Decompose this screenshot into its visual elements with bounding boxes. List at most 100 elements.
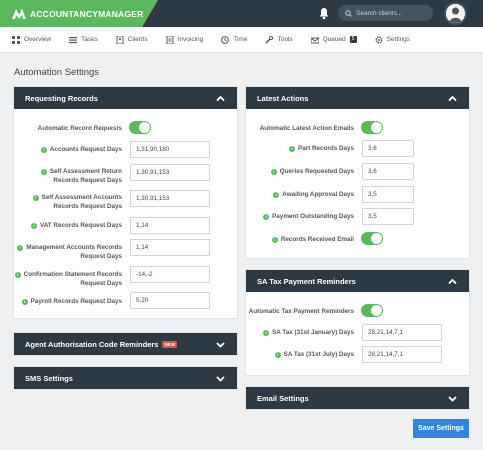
agent-auth-panel: Agent Authorisation Code Reminders NEW (14, 333, 237, 355)
info-icon: i (40, 147, 47, 153)
sa-field-label-1: i SA Tax (31st July) Days (246, 350, 354, 359)
latest-actions-title: Latest Actions (257, 93, 309, 103)
agent-auth-header[interactable]: Agent Authorisation Code Reminders NEW (14, 333, 237, 355)
la-field-label-2: i Awaiting Approval Days (246, 190, 354, 199)
invoicing-icon (166, 35, 174, 44)
top-bar: ACCOUNTANCYMANAGER Search clients... (0, 0, 483, 27)
nav-invoicing[interactable]: Invoicing (166, 35, 204, 44)
info-icon: i (274, 352, 281, 358)
queries-requested-days-input[interactable]: 3,6 (362, 163, 414, 180)
search-input[interactable]: Search clients... (338, 5, 433, 21)
nav-queued-label: Queued (322, 36, 346, 43)
email-settings-title: Email Settings (257, 393, 309, 403)
accounts-request-days-input[interactable]: 1,31,90,180 (130, 141, 210, 158)
part-records-days-input[interactable]: 3,6 (362, 140, 414, 157)
auto-tax-reminders-label: Automatic Tax Payment Reminders (248, 308, 354, 315)
sa-tax-header[interactable]: SA Tax Payment Reminders (246, 270, 469, 292)
confirmation-statement-request-days-input[interactable]: -14,-2 (130, 266, 210, 283)
nav-queued[interactable]: Queued 5 (310, 36, 357, 44)
rr-field-label-1: i Self Assessment Return Records Request … (14, 167, 122, 185)
auto-record-requests-label: Automatic Record Requests (37, 125, 122, 132)
chevron-down-icon[interactable] (448, 394, 457, 403)
brand-mark-icon (12, 8, 26, 19)
gear-icon (375, 35, 383, 44)
info-icon: i (263, 214, 270, 220)
email-settings-header[interactable]: Email Settings (246, 387, 469, 409)
info-icon: i (271, 237, 278, 243)
la-received-label: i Records Received Email (246, 235, 354, 244)
sa-tax-title: SA Tax Payment Reminders (257, 276, 356, 286)
wrench-icon (265, 35, 274, 44)
nav-time[interactable]: Time (221, 35, 248, 44)
auto-record-requests-toggle[interactable] (129, 121, 151, 134)
chevron-down-icon[interactable] (216, 340, 225, 349)
overview-icon (12, 35, 20, 44)
requesting-records-header[interactable]: Requesting Records (14, 87, 237, 109)
agent-auth-title: Agent Authorisation Code Reminders (25, 339, 159, 349)
search-icon (345, 9, 352, 17)
rr-field-label-6: i Payroll Records Request Days (14, 297, 122, 306)
requesting-records-title: Requesting Records (25, 93, 98, 103)
nav-clients[interactable]: Clients (116, 35, 148, 44)
chevron-down-icon[interactable] (216, 374, 225, 383)
chevron-up-icon[interactable] (448, 94, 457, 103)
info-icon: i (289, 146, 295, 152)
auto-latest-action-label: Automatic Latest Action Emails (259, 125, 354, 132)
rr-field-label-4: i Management Accounts Records Request Day… (14, 243, 122, 261)
page-title: Automation Settings (14, 67, 100, 78)
nav-settings[interactable]: Settings (375, 35, 411, 44)
nav-settings-label: Settings (386, 36, 411, 43)
nav-time-label: Time (233, 36, 248, 43)
save-settings-button[interactable]: Save Settings (413, 419, 469, 438)
vat-request-days-input[interactable]: 1,14 (130, 217, 210, 234)
tasks-icon (69, 36, 78, 44)
info-icon: i (17, 245, 24, 251)
nav-overview[interactable]: Overview (12, 35, 52, 44)
latest-actions-panel: Latest Actions Automatic Latest Action E… (246, 87, 469, 258)
chevron-up-icon[interactable] (216, 94, 225, 103)
clients-icon (116, 35, 124, 44)
payroll-request-days-input[interactable]: 5,20 (130, 292, 210, 309)
new-badge: NEW (162, 340, 177, 348)
nav-invoicing-label: Invoicing (177, 36, 204, 43)
auto-latest-action-toggle[interactable] (361, 121, 383, 134)
clock-icon (221, 35, 230, 44)
rr-field-label-5: i Confirmation Statement Records Request … (14, 270, 122, 288)
nav-tools[interactable]: Tools (265, 35, 293, 44)
avatar[interactable] (444, 2, 467, 25)
rr-field-label-2: i Self Assessment Accounts Records Reques… (14, 193, 122, 211)
sa-tax-panel: SA Tax Payment Reminders Automatic Tax P… (246, 270, 469, 375)
la-field-label-3: i Payment Outstanding Days (246, 212, 354, 221)
info-icon: i (270, 169, 277, 175)
sa-tax-jul-days-input[interactable]: 28,21,14,7,1 (362, 346, 442, 363)
la-field-label-0: i Part Records Days (246, 144, 354, 153)
awaiting-approval-days-input[interactable]: 3,5 (362, 186, 414, 203)
auto-tax-reminders-toggle[interactable] (361, 304, 383, 317)
info-icon: i (40, 169, 47, 175)
sa-field-label-0: i SA Tax (31st January) Days (246, 328, 354, 337)
management-accounts-request-days-input[interactable]: 1,14 (130, 239, 210, 256)
rr-field-label-3: i VAT Records Request Days (14, 221, 122, 230)
nav-clients-label: Clients (127, 36, 148, 43)
sms-settings-panel: SMS Settings (14, 367, 237, 389)
email-settings-panel: Email Settings (246, 387, 469, 409)
nav-tasks[interactable]: Tasks (69, 36, 98, 44)
queued-count-badge: 5 (349, 36, 357, 43)
info-icon: i (32, 195, 39, 201)
nav-tasks-label: Tasks (81, 36, 98, 43)
info-icon: i (273, 192, 280, 198)
chevron-up-icon[interactable] (448, 277, 457, 286)
info-icon: i (21, 299, 28, 305)
requesting-records-panel: Requesting Records Automatic Record Requ… (14, 87, 237, 318)
brand-name: ACCOUNTANCYMANAGER (30, 8, 144, 19)
records-received-email-toggle[interactable] (361, 232, 383, 245)
payment-outstanding-days-input[interactable]: 3,5 (362, 208, 414, 225)
sa-tax-jan-days-input[interactable]: 28,21,14,7,1 (362, 324, 442, 341)
latest-actions-header[interactable]: Latest Actions (246, 87, 469, 109)
sms-settings-header[interactable]: SMS Settings (14, 367, 237, 389)
sa-accounts-request-days-input[interactable]: 1,30,91,153 (130, 190, 210, 207)
nav-overview-label: Overview (24, 36, 52, 43)
sa-return-request-days-input[interactable]: 1,30,91,153 (130, 164, 210, 181)
brand-logo[interactable]: ACCOUNTANCYMANAGER (0, 0, 158, 27)
bell-icon[interactable] (318, 7, 330, 20)
